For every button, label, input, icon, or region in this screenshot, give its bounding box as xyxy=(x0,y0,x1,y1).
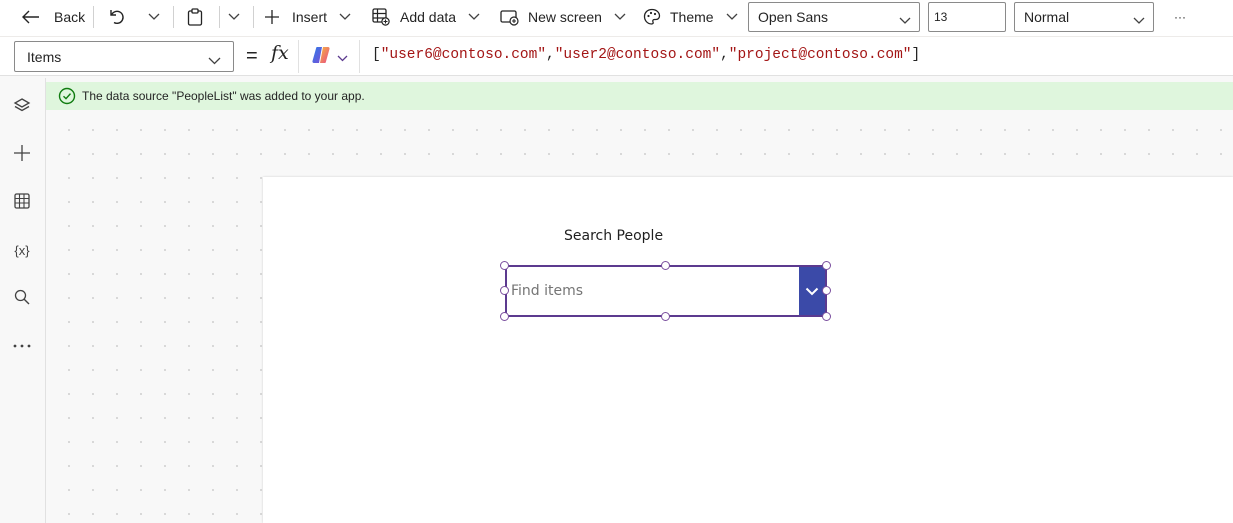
database-table-icon xyxy=(372,8,390,26)
font-family-value: Open Sans xyxy=(758,9,829,25)
chevron-down-icon xyxy=(468,13,480,21)
insert-label: Insert xyxy=(292,9,328,25)
formula-close-bracket: ] xyxy=(911,47,921,63)
font-size-value: 13 xyxy=(934,10,948,24)
divider xyxy=(219,6,220,28)
chevron-down-icon xyxy=(148,13,160,21)
font-weight-select[interactable]: Normal xyxy=(1014,2,1154,32)
more-rail-button[interactable] xyxy=(11,332,33,354)
new-screen-button[interactable]: New screen xyxy=(500,0,626,34)
formula-string-2: "user2@contoso.com" xyxy=(554,47,721,63)
search-rail-button[interactable] xyxy=(11,287,33,309)
resize-handle-top[interactable] xyxy=(661,261,670,270)
tree-view-button[interactable] xyxy=(11,96,33,118)
font-weight-value: Normal xyxy=(1024,9,1070,25)
chevron-down-icon xyxy=(337,49,348,65)
table-icon xyxy=(14,192,30,212)
palette-icon xyxy=(643,8,661,26)
property-select[interactable]: Items xyxy=(14,41,234,72)
chevron-down-icon xyxy=(208,52,221,68)
people-combobox[interactable]: Find items xyxy=(505,265,827,317)
checkmark-circle-icon xyxy=(58,87,76,108)
divider xyxy=(173,6,174,28)
chevron-down-icon xyxy=(726,13,738,21)
add-data-label: Add data xyxy=(400,9,457,25)
chevron-down-icon xyxy=(899,12,911,28)
formula-input[interactable]: ["user6@contoso.com","user2@contoso.com"… xyxy=(372,47,920,63)
resize-handle-left[interactable] xyxy=(500,286,509,295)
layers-icon xyxy=(13,97,31,118)
variables-icon: {x} xyxy=(14,242,30,258)
paste-button[interactable] xyxy=(187,0,203,34)
divider xyxy=(253,6,254,28)
formula-string-3: "project@contoso.com" xyxy=(728,47,912,63)
undo-dropdown-button[interactable] xyxy=(148,0,160,34)
theme-label: Theme xyxy=(670,9,714,25)
chevron-down-icon xyxy=(614,13,626,21)
new-screen-icon xyxy=(500,9,519,26)
resize-handle-top-left[interactable] xyxy=(500,261,509,270)
chevron-down-icon xyxy=(228,13,240,21)
fx-icon[interactable]: fx xyxy=(271,42,289,64)
font-family-select[interactable]: Open Sans xyxy=(748,2,920,32)
left-rail: {x} xyxy=(0,78,46,523)
resize-handle-bottom-right[interactable] xyxy=(822,312,831,321)
resize-handle-bottom[interactable] xyxy=(661,312,670,321)
more-options-label: ··· xyxy=(1174,10,1186,24)
theme-button[interactable]: Theme xyxy=(643,0,738,34)
combobox-placeholder: Find items xyxy=(511,283,584,299)
success-notification: The data source "PeopleList" was added t… xyxy=(46,82,1233,110)
notification-message: The data source "PeopleList" was added t… xyxy=(82,89,365,103)
resize-handle-top-right[interactable] xyxy=(822,261,831,270)
formula-bar: Items = fx ["user6@contoso.com","user2@c… xyxy=(0,36,1233,76)
formula-separator: , xyxy=(546,47,555,63)
data-rail-button[interactable] xyxy=(11,191,33,213)
back-label: Back xyxy=(54,9,86,25)
property-value: Items xyxy=(27,48,62,65)
equals-sign: = xyxy=(246,45,258,67)
plus-icon xyxy=(13,144,31,165)
new-screen-label: New screen xyxy=(528,9,602,25)
insert-rail-button[interactable] xyxy=(11,143,33,165)
copilot-icon xyxy=(311,45,331,68)
search-icon xyxy=(14,289,30,308)
resize-handle-right[interactable] xyxy=(822,286,831,295)
undo-icon xyxy=(108,8,126,26)
search-people-label[interactable]: Search People xyxy=(564,228,663,244)
undo-button[interactable] xyxy=(108,0,126,34)
chevron-down-icon xyxy=(805,283,819,299)
copilot-button[interactable] xyxy=(298,40,360,73)
back-arrow-icon xyxy=(22,10,40,24)
variables-rail-button[interactable]: {x} xyxy=(11,239,33,261)
more-options-button[interactable]: ··· xyxy=(1174,0,1186,34)
paste-dropdown-button[interactable] xyxy=(228,0,240,34)
chevron-down-icon xyxy=(339,13,351,21)
clipboard-icon xyxy=(187,8,203,26)
resize-handle-bottom-left[interactable] xyxy=(500,312,509,321)
app-screen[interactable] xyxy=(263,177,1233,523)
plus-icon xyxy=(264,9,280,25)
fx-label: fx xyxy=(271,42,289,64)
formula-open-bracket: [ xyxy=(372,47,381,63)
command-bar: Back Insert Add data New screen Theme Op… xyxy=(0,0,1233,36)
add-data-button[interactable]: Add data xyxy=(372,0,480,34)
chevron-down-icon xyxy=(1133,12,1145,28)
divider xyxy=(93,6,94,28)
font-size-input[interactable]: 13 xyxy=(928,2,1006,32)
more-icon xyxy=(13,336,31,351)
formula-separator: , xyxy=(720,47,729,63)
insert-button[interactable]: Insert xyxy=(264,0,351,34)
formula-string-1: "user6@contoso.com" xyxy=(380,47,547,63)
back-button[interactable]: Back xyxy=(22,0,85,34)
